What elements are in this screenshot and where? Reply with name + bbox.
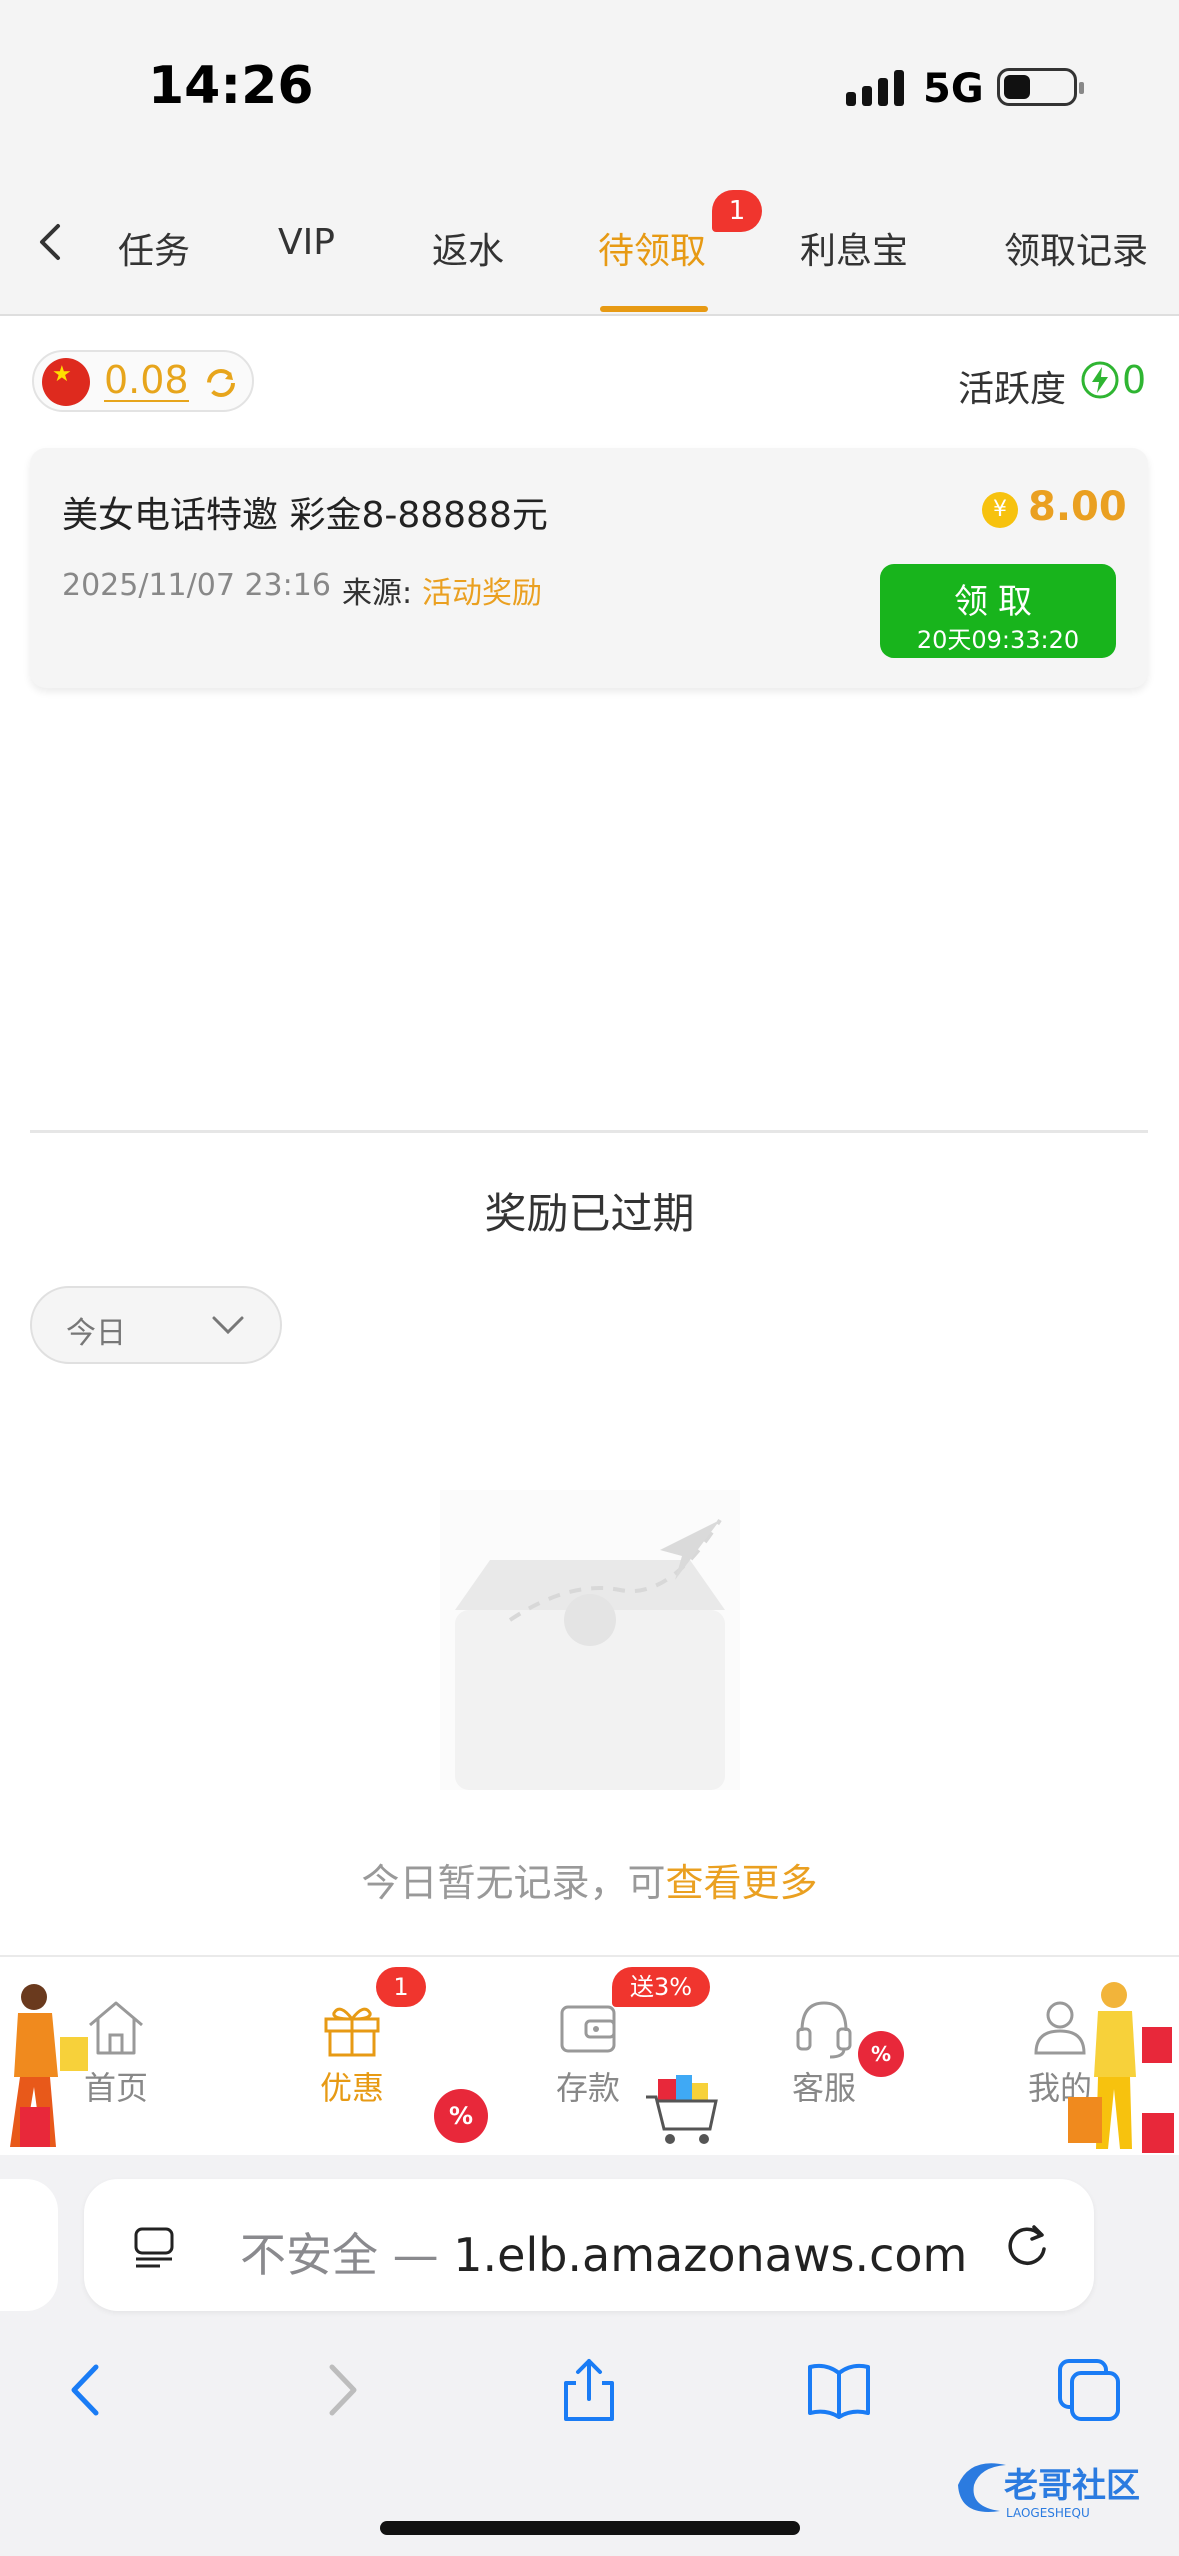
expired-section-title: 奖励已过期 <box>484 1189 695 1238</box>
refresh-icon[interactable] <box>204 366 238 400</box>
status-time: 14:26 <box>148 56 314 116</box>
address-bar[interactable]: 不安全 — 1.elb.amazonaws.com <box>84 2179 1094 2311</box>
home-indicator[interactable] <box>380 2521 800 2535</box>
tab-bar: 任务 VIP 返水 待领取 利息宝 领取记录 1 <box>0 170 1179 316</box>
tab-interest[interactable]: 利息宝 <box>800 222 908 274</box>
pending-count-badge: 1 <box>712 190 762 232</box>
forward-arrow-icon <box>329 2364 357 2416</box>
deposit-bonus-badge: 送3% <box>612 1967 710 2007</box>
previous-tab-preview[interactable] <box>0 2179 58 2311</box>
activity-value: 0 <box>1122 358 1147 402</box>
shopper-illustration-right <box>1068 1982 1174 2153</box>
nav-home[interactable]: 首页 <box>36 1991 196 2109</box>
site-watermark-logo: 老哥社区 LAOGESHEQU <box>958 2463 1140 2520</box>
reward-title: 美女电话特邀 彩金8-88888元 <box>62 495 548 536</box>
view-more-link[interactable]: 查看更多 <box>666 1861 818 1905</box>
battery-icon <box>997 68 1084 106</box>
claim-countdown: 20天09:33:20 <box>916 626 1080 654</box>
watermark-subtext: LAOGESHEQU <box>1006 2506 1090 2520</box>
active-tab-indicator <box>600 306 708 312</box>
share-icon[interactable] <box>554 2355 624 2425</box>
watermark-text: 老哥社区 <box>1004 2466 1140 2506</box>
reload-icon[interactable] <box>1002 2221 1052 2271</box>
bottom-nav: 首页 优惠 1 % 存款 送3% 客服 % 我的 <box>0 1955 1179 2155</box>
activity-label: 活跃度 <box>958 369 1067 410</box>
url-host: 1.elb.amazonaws.com <box>453 2228 968 2282</box>
security-warning: 不安全 — <box>240 2228 454 2282</box>
status-bar: 14:26 5G <box>0 0 1179 170</box>
back-arrow-icon[interactable] <box>52 2355 122 2425</box>
shopping-cart-icon <box>646 2075 718 2144</box>
page-menu-icon[interactable] <box>130 2223 178 2271</box>
reward-date: 2025/11/07 23:16 <box>62 568 331 603</box>
date-filter-select[interactable]: 今日 <box>30 1286 282 1364</box>
claim-button[interactable]: 领取 20天09:33:20 <box>880 564 1116 658</box>
discount-tag-icon: % <box>434 2089 488 2143</box>
empty-message: 今日暂无记录，可 <box>361 1861 666 1905</box>
cellular-signal-icon <box>846 66 904 106</box>
url-display: 不安全 — 1.elb.amazonaws.com <box>240 2219 967 2285</box>
tab-claim-history[interactable]: 领取记录 <box>1004 222 1148 274</box>
tab-pending[interactable]: 待领取 <box>598 222 706 274</box>
tab-rebate[interactable]: 返水 <box>432 222 504 274</box>
tab-tasks[interactable]: 任务 <box>118 222 190 274</box>
home-icon <box>89 2001 143 2055</box>
empty-state-text: 今日暂无记录，可查看更多 <box>0 1852 1179 1907</box>
nav-home-label: 首页 <box>83 2069 148 2107</box>
chevron-down-icon <box>212 1316 244 1335</box>
balance-value: 0.08 <box>104 358 189 402</box>
nav-promotions[interactable]: 优惠 <box>272 1991 432 2109</box>
reward-amount: 8.00 <box>1028 484 1127 530</box>
network-type: 5G <box>923 66 984 112</box>
chevron-left-icon[interactable] <box>32 222 68 262</box>
coin-icon: ¥ <box>982 492 1018 528</box>
reward-source: 活动奖励 <box>422 576 542 611</box>
china-flag-icon <box>42 358 90 406</box>
browser-chrome: 不安全 — 1.elb.amazonaws.com 老哥社区 LAOGESHEQ… <box>0 2155 1179 2556</box>
discount-tag-icon-2: % <box>858 2031 904 2077</box>
headset-icon <box>796 2001 852 2059</box>
date-filter-value: 今日 <box>66 1316 126 1351</box>
empty-box-icon <box>440 1490 740 1790</box>
claim-button-label: 领取 <box>954 582 1042 622</box>
section-divider <box>30 1130 1148 1133</box>
lightning-icon <box>1081 361 1119 399</box>
tabs-icon[interactable] <box>1054 2355 1124 2425</box>
nav-promotions-label: 优惠 <box>319 2069 384 2107</box>
balance-pill: 0.08 <box>32 350 254 412</box>
tab-vip[interactable]: VIP <box>278 222 335 263</box>
reward-source-label: 来源: <box>342 576 413 611</box>
gift-icon <box>324 2007 380 2057</box>
promotions-badge: 1 <box>376 1967 426 2007</box>
bookmarks-icon[interactable] <box>804 2355 874 2425</box>
reward-card: 美女电话特邀 彩金8-88888元 ¥ 8.00 2025/11/07 23:1… <box>30 448 1148 688</box>
